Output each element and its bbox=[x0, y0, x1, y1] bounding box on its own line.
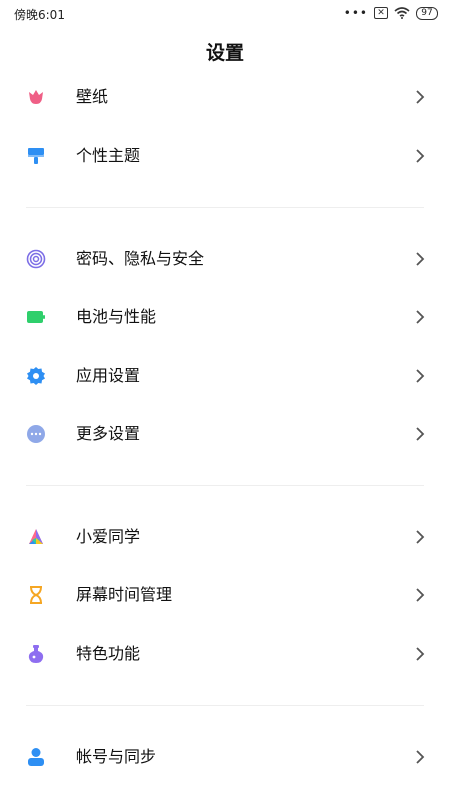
section-divider bbox=[26, 207, 424, 208]
settings-item-label: 密码、隐私与安全 bbox=[76, 249, 205, 268]
settings-item-label: 壁纸 bbox=[76, 87, 109, 106]
settings-item-screen-time[interactable]: 屏幕时间管理 bbox=[0, 566, 450, 624]
wifi-icon bbox=[394, 7, 410, 19]
chevron-right-icon bbox=[416, 530, 425, 544]
settings-item-label: 屏幕时间管理 bbox=[76, 585, 173, 604]
chevron-right-icon bbox=[416, 369, 425, 383]
settings-item-label: 更多设置 bbox=[76, 424, 141, 443]
page-title: 设置 bbox=[205, 42, 244, 64]
chevron-right-icon bbox=[416, 427, 425, 441]
settings-item-xiaoai[interactable]: 小爱同学 bbox=[0, 508, 450, 566]
gear-icon bbox=[26, 366, 46, 386]
settings-item-app-settings[interactable]: 应用设置 bbox=[0, 347, 450, 405]
settings-item-battery-performance[interactable]: 电池与性能 bbox=[0, 288, 450, 346]
settings-item-special-features[interactable]: 特色功能 bbox=[0, 625, 450, 683]
settings-item-wallpaper[interactable]: 壁纸 bbox=[0, 68, 450, 126]
settings-item-themes[interactable]: 个性主题 bbox=[0, 127, 450, 185]
fingerprint-icon bbox=[26, 249, 46, 269]
status-time: 傍晚6:01 bbox=[14, 8, 65, 22]
section-divider bbox=[26, 705, 424, 706]
section-divider bbox=[26, 485, 424, 486]
flask-icon bbox=[26, 644, 46, 664]
more-dots-icon: ••• bbox=[343, 6, 368, 20]
paint-roller-icon bbox=[26, 146, 46, 166]
settings-item-label: 特色功能 bbox=[76, 644, 141, 663]
settings-item-account-sync[interactable]: 帐号与同步 bbox=[0, 728, 450, 786]
chevron-right-icon bbox=[416, 149, 425, 163]
chevron-right-icon bbox=[416, 588, 425, 602]
chevron-right-icon bbox=[416, 252, 425, 266]
settings-item-label: 帐号与同步 bbox=[76, 747, 157, 766]
more-dots-icon bbox=[26, 424, 46, 444]
settings-item-label: 应用设置 bbox=[76, 366, 141, 385]
chevron-right-icon bbox=[416, 310, 425, 324]
battery-icon bbox=[26, 307, 46, 327]
chevron-right-icon bbox=[416, 90, 425, 104]
person-icon bbox=[26, 747, 46, 767]
settings-item-more-settings[interactable]: 更多设置 bbox=[0, 405, 450, 463]
chevron-right-icon bbox=[416, 750, 425, 764]
hourglass-icon bbox=[26, 585, 46, 605]
status-bar: 傍晚6:01 ••• ✕ 97 bbox=[0, 0, 450, 28]
settings-item-privacy-security[interactable]: 密码、隐私与安全 bbox=[0, 230, 450, 288]
xiaoai-icon bbox=[26, 527, 46, 547]
settings-item-label: 个性主题 bbox=[76, 146, 141, 165]
tulip-icon bbox=[26, 87, 46, 107]
chevron-right-icon bbox=[416, 647, 425, 661]
battery-status-icon: 97 bbox=[416, 6, 438, 20]
settings-item-label: 电池与性能 bbox=[76, 307, 157, 326]
settings-item-label: 小爱同学 bbox=[76, 527, 141, 546]
no-sim-icon: ✕ bbox=[374, 7, 388, 19]
status-icons: ••• ✕ 97 bbox=[344, 5, 438, 21]
